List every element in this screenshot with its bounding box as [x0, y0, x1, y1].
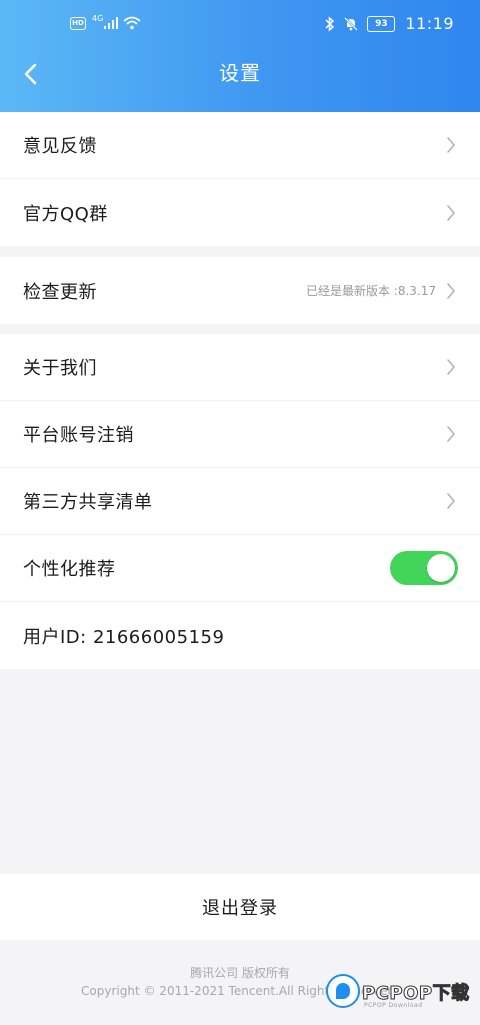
- watermark-sub: PCPOP Download: [364, 1002, 423, 1009]
- watermark-circle-icon: [326, 974, 360, 1008]
- row-label: 关于我们: [23, 358, 97, 379]
- clock: 11:19: [405, 14, 454, 33]
- settings-group-1: 意见反馈 官方QQ群: [0, 112, 480, 246]
- chevron-right-icon: [444, 136, 458, 154]
- user-id-label: 用户ID: 21666005159: [23, 626, 225, 648]
- settings-group-3: 关于我们 平台账号注销 第三方共享清单 个性化推荐 用户ID: 21666005…: [0, 334, 480, 669]
- row-personalized-recommendation: 个性化推荐: [0, 535, 480, 602]
- chevron-right-icon: [444, 425, 458, 443]
- battery-icon: 93: [367, 15, 396, 32]
- row-about-us[interactable]: 关于我们: [0, 334, 480, 401]
- row-account-deletion[interactable]: 平台账号注销: [0, 401, 480, 468]
- row-third-party-sharing[interactable]: 第三方共享清单: [0, 468, 480, 535]
- row-feedback[interactable]: 意见反馈: [0, 112, 480, 179]
- hd-icon: HD: [70, 16, 86, 30]
- page-title: 设置: [219, 61, 261, 85]
- settings-group-2: 检查更新 已经是最新版本 :8.3.17: [0, 257, 480, 324]
- toggle-knob: [427, 554, 455, 582]
- status-bar-left: HD 4G: [70, 13, 141, 30]
- personalized-toggle[interactable]: [390, 551, 458, 585]
- status-bar: HD 4G 93 11:19: [0, 0, 480, 52]
- row-label: 官方QQ群: [23, 203, 108, 225]
- chevron-right-icon: [444, 358, 458, 376]
- row-official-qq-group[interactable]: 官方QQ群: [0, 179, 480, 246]
- chevron-right-icon: [444, 282, 458, 300]
- bluetooth-icon: [325, 15, 335, 32]
- row-user-id: 用户ID: 21666005159: [0, 602, 480, 669]
- header: HD 4G 93 11:19 设置: [0, 0, 480, 112]
- row-check-update[interactable]: 检查更新 已经是最新版本 :8.3.17: [0, 257, 480, 324]
- watermark-logo: PCPOP下载 PCPOP Download: [322, 972, 472, 1018]
- row-label: 第三方共享清单: [23, 492, 153, 513]
- row-label: 平台账号注销: [23, 425, 134, 446]
- nav-bar: 设置: [0, 52, 480, 112]
- cell-signal-icon: [104, 17, 119, 29]
- chevron-right-icon: [444, 492, 458, 510]
- mute-bell-icon: [344, 16, 359, 31]
- row-label: 个性化推荐: [23, 559, 116, 580]
- version-status: 已经是最新版本 :8.3.17: [305, 284, 436, 298]
- network-type-label: 4G: [92, 13, 104, 23]
- status-bar-right: 93 11:19: [325, 14, 454, 33]
- wifi-icon: [123, 16, 141, 30]
- chevron-right-icon: [444, 204, 458, 222]
- row-label: 意见反馈: [23, 136, 97, 157]
- logout-button[interactable]: 退出登录: [0, 874, 480, 940]
- row-label: 检查更新: [23, 281, 97, 303]
